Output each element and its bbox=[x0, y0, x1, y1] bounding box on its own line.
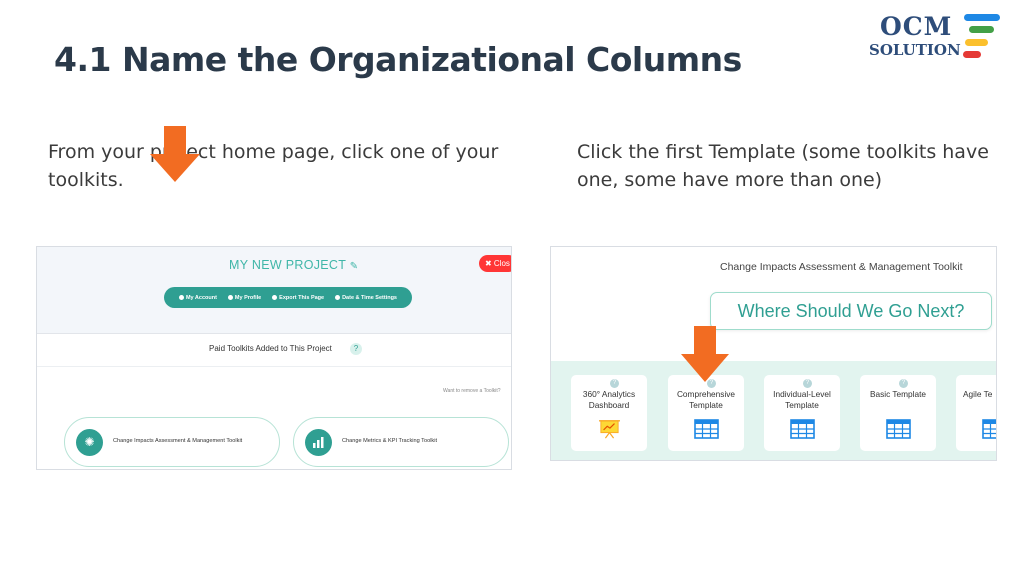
account-nav-bar: My Account My Profile Export This Page D… bbox=[164, 287, 412, 308]
table-grid-icon bbox=[694, 419, 719, 439]
paid-toolkits-heading: Paid Toolkits Added to This Project bbox=[209, 344, 332, 353]
profile-icon bbox=[227, 294, 233, 300]
template-card-360-analytics[interactable]: ? 360° Analytics Dashboard bbox=[571, 375, 647, 451]
logo-bar-red bbox=[963, 51, 981, 58]
logo-ocm-text: OCM bbox=[880, 12, 953, 41]
template-label-line1: Individual-Level bbox=[773, 389, 831, 399]
where-next-banner: Where Should We Go Next? bbox=[710, 292, 992, 330]
user-icon bbox=[178, 294, 184, 300]
nav-my-profile-label: My Profile bbox=[234, 294, 262, 301]
sparkle-icon: ✺ bbox=[76, 429, 103, 456]
clock-icon bbox=[335, 294, 341, 300]
project-home-screenshot: MY NEW PROJECT ✎ ✖ Clos My Account My Pr… bbox=[36, 246, 512, 470]
export-icon bbox=[272, 294, 278, 300]
nav-date-time-settings[interactable]: Date & Time Settings bbox=[335, 295, 397, 301]
divider bbox=[37, 333, 511, 334]
template-card-basic[interactable]: ? Basic Template bbox=[860, 375, 936, 451]
template-card-label: Individual-Level Template bbox=[766, 389, 838, 410]
template-label-line1: Comprehensive bbox=[676, 389, 736, 399]
nav-my-profile[interactable]: My Profile bbox=[227, 294, 262, 301]
template-label-line1: Agile Te bbox=[963, 389, 993, 399]
down-arrow-icon bbox=[681, 326, 729, 382]
logo-solution-text: SOLUTION bbox=[869, 41, 961, 59]
toolkit-card-label: Change Metrics & KPI Tracking Toolkit bbox=[342, 438, 438, 444]
template-card-agile[interactable]: Agile Te bbox=[956, 375, 996, 451]
bar-chart-icon bbox=[305, 429, 332, 456]
nav-date-time-label: Date & Time Settings bbox=[342, 294, 397, 301]
caption-left: From your project home page, click one o… bbox=[48, 141, 499, 191]
project-title: MY NEW PROJECT ✎ bbox=[229, 258, 358, 272]
pencil-icon[interactable]: ✎ bbox=[350, 261, 359, 272]
template-card-label: Agile Te bbox=[963, 389, 996, 400]
toolkit-title: Change Impacts Assessment & Management T… bbox=[720, 261, 963, 273]
slide-title: 4.1 Name the Organizational Columns bbox=[54, 40, 742, 79]
presentation-chart-icon bbox=[599, 420, 620, 439]
project-title-text: MY NEW PROJECT bbox=[229, 258, 346, 272]
remove-toolkit-link[interactable]: Want to remove a Toolkit? bbox=[443, 388, 501, 394]
toolkit-card-change-impacts[interactable]: ✺ Change Impacts Assessment & Management… bbox=[64, 417, 280, 467]
toolkit-card-change-metrics[interactable]: Change Metrics & KPI Tracking Toolkit bbox=[293, 417, 509, 467]
nav-export-page-label: Export This Page bbox=[279, 294, 325, 301]
nav-my-account-label: My Account bbox=[185, 294, 217, 301]
logo-bar-green bbox=[969, 26, 994, 33]
toolkit-page-screenshot: Change Impacts Assessment & Management T… bbox=[550, 246, 997, 461]
help-icon[interactable]: ? bbox=[803, 379, 812, 388]
toolkit-card-label: Change Impacts Assessment & Management T… bbox=[113, 438, 243, 444]
template-label-line1: 360° Analytics bbox=[582, 389, 636, 399]
ocm-solution-logo: OCM SOLUTION bbox=[866, 12, 1006, 62]
template-label-line1: Basic Template bbox=[869, 389, 927, 399]
table-grid-icon bbox=[982, 419, 996, 439]
help-icon[interactable]: ? bbox=[610, 379, 619, 388]
help-icon[interactable]: ? bbox=[350, 343, 362, 355]
logo-bar-yellow bbox=[965, 39, 988, 46]
template-card-label: Comprehensive Template bbox=[670, 389, 742, 410]
table-grid-icon bbox=[886, 419, 911, 439]
nav-my-account[interactable]: My Account bbox=[178, 294, 217, 301]
template-card-comprehensive[interactable]: ? Comprehensive Template bbox=[668, 375, 744, 451]
template-label-line2: Template bbox=[785, 399, 819, 410]
template-card-label: Basic Template bbox=[862, 389, 934, 400]
template-label-line2: Template bbox=[689, 399, 723, 410]
close-button[interactable]: ✖ Clos bbox=[479, 255, 511, 272]
caption-right: Click the first Template (some toolkits … bbox=[577, 141, 989, 191]
divider bbox=[37, 366, 511, 367]
logo-bar-blue bbox=[964, 14, 1000, 21]
down-arrow-icon bbox=[150, 126, 200, 182]
template-card-individual-level[interactable]: ? Individual-Level Template bbox=[764, 375, 840, 451]
nav-export-page[interactable]: Export This Page bbox=[272, 295, 324, 301]
help-icon[interactable]: ? bbox=[899, 379, 908, 388]
template-label-line2: Dashboard bbox=[588, 399, 630, 410]
table-grid-icon bbox=[790, 419, 815, 439]
template-card-label: 360° Analytics Dashboard bbox=[573, 389, 645, 410]
